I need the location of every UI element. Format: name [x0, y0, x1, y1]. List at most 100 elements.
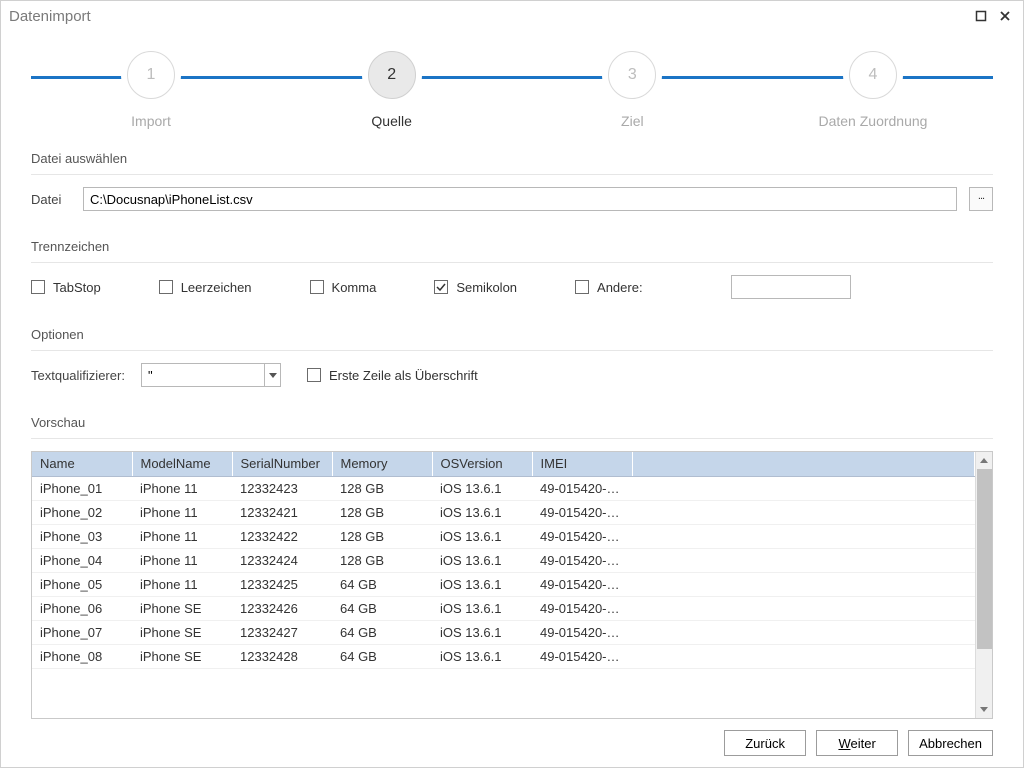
table-cell: iPhone 11: [132, 500, 232, 524]
checkbox-label: Semikolon: [456, 280, 517, 295]
scrollbar-thumb[interactable]: [977, 469, 992, 649]
other-delimiter-input[interactable]: [731, 275, 851, 299]
table-row[interactable]: iPhone_04iPhone 1112332424128 GBiOS 13.6…: [32, 548, 975, 572]
table-cell: [632, 524, 975, 548]
table-cell: 12332427: [232, 620, 332, 644]
table-cell: 64 GB: [332, 596, 432, 620]
column-header[interactable]: SerialNumber: [232, 452, 332, 476]
next-button[interactable]: Weiter: [816, 730, 898, 756]
table-row[interactable]: iPhone_06iPhone SE1233242664 GBiOS 13.6.…: [32, 596, 975, 620]
column-header[interactable]: ModelName: [132, 452, 232, 476]
window: Datenimport 1 Import 2 Quelle 3 Ziel 4 D…: [0, 0, 1024, 768]
table-cell: iPhone 11: [132, 476, 232, 500]
table-cell: 64 GB: [332, 572, 432, 596]
vertical-scrollbar[interactable]: [975, 452, 992, 718]
step-number: 2: [368, 51, 416, 99]
table-cell: [632, 548, 975, 572]
table-cell: iOS 13.6.1: [432, 476, 532, 500]
section-file-select: Datei auswählen: [31, 151, 993, 166]
table-cell: 12332424: [232, 548, 332, 572]
preview-wrap: NameModelNameSerialNumberMemoryOSVersion…: [31, 451, 993, 719]
table-cell: iPhone 11: [132, 572, 232, 596]
table-cell: [632, 596, 975, 620]
table-row[interactable]: iPhone_02iPhone 1112332421128 GBiOS 13.6…: [32, 500, 975, 524]
column-header[interactable]: OSVersion: [432, 452, 532, 476]
table-cell: iPhone_06: [32, 596, 132, 620]
table-row[interactable]: iPhone_03iPhone 1112332422128 GBiOS 13.6…: [32, 524, 975, 548]
step-daten-zuordnung[interactable]: 4 Daten Zuordnung: [783, 51, 963, 129]
column-header[interactable]: IMEI: [532, 452, 632, 476]
checkbox-tabstop[interactable]: TabStop: [31, 280, 101, 295]
checkbox-first-row-header[interactable]: Erste Zeile als Überschrift: [307, 368, 478, 383]
checkbox-icon: [575, 280, 589, 294]
checkbox-space[interactable]: Leerzeichen: [159, 280, 252, 295]
table-cell: 49-015420-3...: [532, 644, 632, 668]
checkbox-label: Leerzeichen: [181, 280, 252, 295]
table-cell: [632, 500, 975, 524]
table-cell: iOS 13.6.1: [432, 548, 532, 572]
text-qualifier-combo[interactable]: [141, 363, 281, 387]
cancel-button[interactable]: Abbrechen: [908, 730, 993, 756]
section-options: Optionen: [31, 327, 993, 342]
close-icon[interactable]: [995, 6, 1015, 26]
wizard-steps: 1 Import 2 Quelle 3 Ziel 4 Daten Zuordnu…: [1, 31, 1023, 141]
table-cell: iPhone_04: [32, 548, 132, 572]
table-cell: 12332423: [232, 476, 332, 500]
column-header[interactable]: Name: [32, 452, 132, 476]
maximize-icon[interactable]: [971, 6, 991, 26]
checkbox-label: Andere:: [597, 280, 643, 295]
preview-table: NameModelNameSerialNumberMemoryOSVersion…: [32, 452, 975, 669]
browse-button[interactable]: ...: [969, 187, 993, 211]
file-row: Datei ...: [31, 187, 993, 211]
step-label: Quelle: [371, 113, 411, 129]
table-row[interactable]: iPhone_07iPhone SE1233242764 GBiOS 13.6.…: [32, 620, 975, 644]
content-area: Datei auswählen Datei ... Trennzeichen T…: [1, 141, 1023, 719]
footer: Zurück Weiter Abbrechen: [1, 719, 1023, 767]
table-cell: iOS 13.6.1: [432, 644, 532, 668]
scroll-up-icon[interactable]: [977, 452, 992, 469]
file-path-input[interactable]: [83, 187, 957, 211]
preview-table-container: NameModelNameSerialNumberMemoryOSVersion…: [31, 451, 993, 719]
text-qualifier-input[interactable]: [142, 364, 264, 386]
step-quelle[interactable]: 2 Quelle: [302, 51, 482, 129]
table-row[interactable]: iPhone_08iPhone SE1233242864 GBiOS 13.6.…: [32, 644, 975, 668]
titlebar: Datenimport: [1, 1, 1023, 31]
checkbox-label: Komma: [332, 280, 377, 295]
checkbox-semicolon[interactable]: Semikolon: [434, 280, 517, 295]
table-cell: iOS 13.6.1: [432, 500, 532, 524]
column-header[interactable]: Memory: [332, 452, 432, 476]
scroll-down-icon[interactable]: [977, 701, 992, 718]
checkbox-icon: [159, 280, 173, 294]
table-cell: iPhone 11: [132, 524, 232, 548]
step-label: Ziel: [621, 113, 644, 129]
table-cell: 49-015420-3...: [532, 548, 632, 572]
checkbox-other[interactable]: Andere:: [575, 280, 643, 295]
table-cell: 49-015420-3...: [532, 572, 632, 596]
window-title: Datenimport: [9, 8, 91, 25]
checkbox-icon: [31, 280, 45, 294]
table-row[interactable]: iPhone_01iPhone 1112332423128 GBiOS 13.6…: [32, 476, 975, 500]
checkbox-icon: [434, 280, 448, 294]
mnemonic-char: W: [838, 736, 850, 751]
step-label: Import: [131, 113, 171, 129]
step-ziel[interactable]: 3 Ziel: [542, 51, 722, 129]
dropdown-toggle[interactable]: [264, 364, 280, 386]
options-row: Textqualifizierer: Erste Zeile als Übers…: [31, 363, 993, 387]
text-qualifier-label: Textqualifizierer:: [31, 368, 125, 383]
table-cell: 49-015420-3...: [532, 500, 632, 524]
checkbox-comma[interactable]: Komma: [310, 280, 377, 295]
ellipsis-icon: ...: [978, 191, 984, 202]
table-cell: 128 GB: [332, 476, 432, 500]
column-header[interactable]: [632, 452, 975, 476]
table-cell: iOS 13.6.1: [432, 572, 532, 596]
table-cell: iPhone SE: [132, 596, 232, 620]
table-cell: iOS 13.6.1: [432, 596, 532, 620]
table-cell: iPhone_08: [32, 644, 132, 668]
preview-table-scroll[interactable]: NameModelNameSerialNumberMemoryOSVersion…: [32, 452, 975, 718]
checkbox-icon: [310, 280, 324, 294]
table-row[interactable]: iPhone_05iPhone 111233242564 GBiOS 13.6.…: [32, 572, 975, 596]
back-button[interactable]: Zurück: [724, 730, 806, 756]
table-cell: 128 GB: [332, 548, 432, 572]
step-import[interactable]: 1 Import: [61, 51, 241, 129]
table-cell: iPhone_02: [32, 500, 132, 524]
